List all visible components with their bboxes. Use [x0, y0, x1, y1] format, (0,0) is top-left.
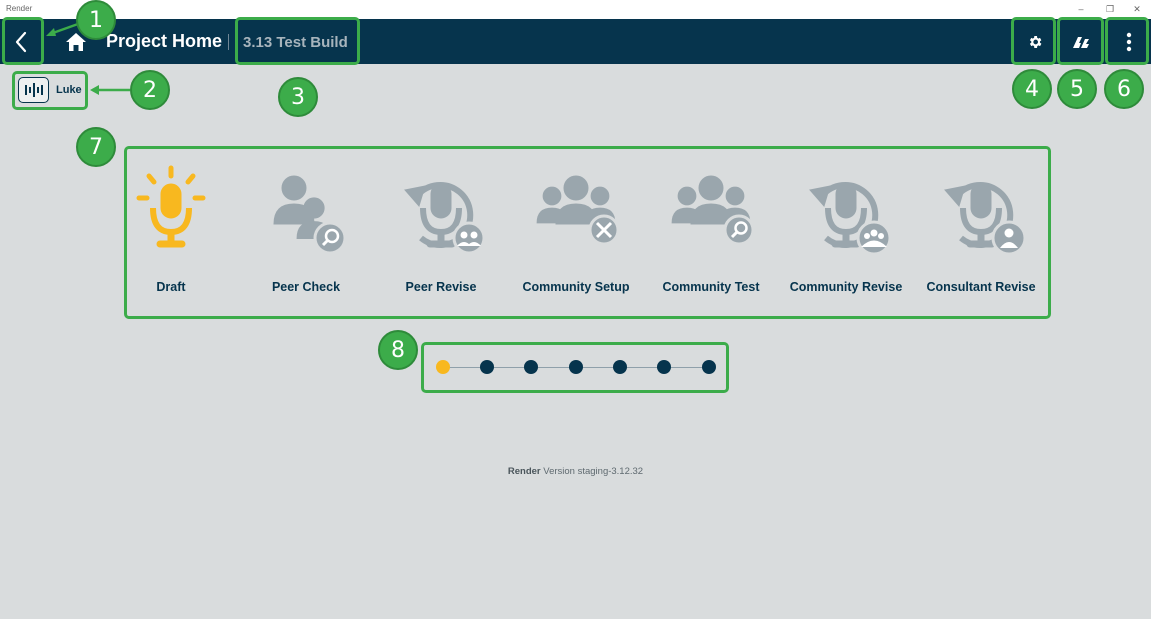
- annotation-badge-5: 5: [1057, 69, 1097, 109]
- annotation-badge-7: 7: [76, 127, 116, 167]
- annotation-arrows: [46, 22, 130, 95]
- annotation-badge-8: 8: [378, 330, 418, 370]
- annotation-badge-2: 2: [130, 70, 170, 110]
- annotation-badge-6: 6: [1104, 69, 1144, 109]
- annotation-badge-4: 4: [1012, 69, 1052, 109]
- annotation-badge-3: 3: [278, 77, 318, 117]
- annotation-badge-1: 1: [76, 0, 116, 40]
